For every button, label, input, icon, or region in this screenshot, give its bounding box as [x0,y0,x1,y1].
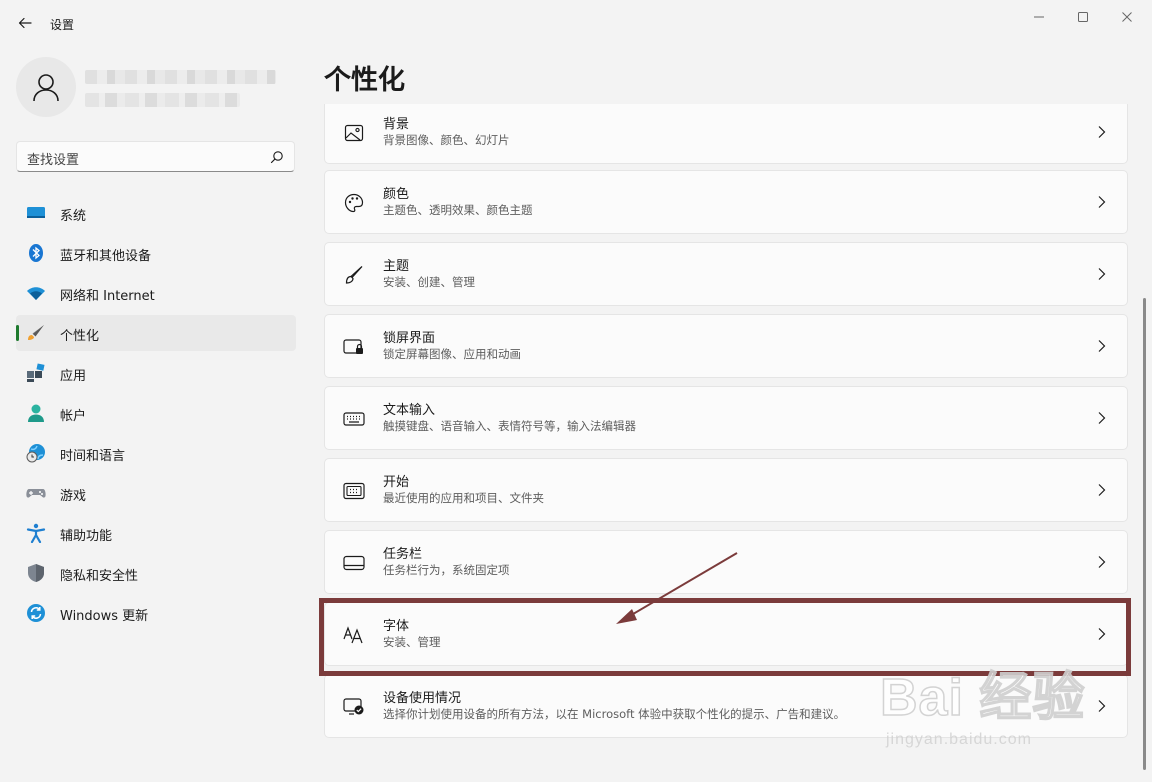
maximize-icon [1078,12,1088,22]
sidebar-item-bluetooth[interactable]: 蓝牙和其他设备 [16,235,296,271]
chevron-right-icon [1098,556,1106,568]
card-title: 开始 [383,475,410,490]
sidebar-item-network[interactable]: 网络和 Internet [16,275,296,311]
sidebar-item-accounts[interactable]: 帐户 [16,395,296,431]
sidebar-item-accessibility[interactable]: 辅助功能 [16,515,296,551]
apps-icon [26,363,46,383]
card-title: 锁屏界面 [383,331,436,346]
maximize-button[interactable] [1060,4,1106,30]
blurred-user-email [85,93,240,107]
shield-icon [26,563,46,583]
brush-icon [26,323,46,343]
sidebar-item-personalization[interactable]: 个性化 [16,315,296,351]
card-title: 主题 [383,259,410,274]
chevron-right-icon [1098,196,1106,208]
card-title: 设备使用情况 [383,691,462,706]
sidebar-item-system[interactable]: 系统 [16,195,296,231]
title-bar: 设置 [0,0,1152,48]
card-colors[interactable]: 颜色 主题色、透明效果、颜色主题 [324,170,1128,234]
card-themes[interactable]: 主题 安装、创建、管理 [324,242,1128,306]
chevron-right-icon [1098,412,1106,424]
sidebar-item-privacy[interactable]: 隐私和安全性 [16,555,296,591]
sidebar-item-label: 辅助功能 [60,529,113,544]
sidebar-item-label: 个性化 [60,329,100,344]
scrollbar[interactable] [1143,298,1146,770]
avatar[interactable] [16,57,76,117]
card-subtitle: 安装、创建、管理 [383,275,475,289]
user-icon [33,74,59,102]
back-arrow-icon [18,17,32,29]
card-subtitle: 触摸键盘、语音输入、表情符号等，输入法编辑器 [383,419,636,433]
brush-icon [343,264,365,286]
taskbar-icon [343,552,365,574]
search-input[interactable]: 查找设置 [16,141,295,172]
app-title: 设置 [50,18,75,32]
close-button[interactable] [1104,4,1150,30]
sidebar-item-label: 隐私和安全性 [60,569,139,584]
card-text-input[interactable]: 文本输入 触摸键盘、语音输入、表情符号等，输入法编辑器 [324,386,1128,450]
minimize-icon [1034,16,1044,18]
card-start[interactable]: 开始 最近使用的应用和项目、文件夹 [324,458,1128,522]
blurred-user-name [85,70,276,84]
wifi-icon [26,283,46,303]
watermark-logo: Bai 经验 jingyan.baidu.com [879,655,1120,765]
card-subtitle: 背景图像、颜色、幻灯片 [383,133,510,147]
back-button[interactable] [12,10,38,36]
sidebar-item-label: 系统 [60,209,87,224]
chevron-right-icon [1098,268,1106,280]
close-icon [1122,12,1132,22]
page-title: 个性化 [324,65,405,96]
card-lock-screen[interactable]: 锁屏界面 锁定屏幕图像、应用和动画 [324,314,1128,378]
device-usage-icon [343,696,365,718]
card-subtitle: 锁定屏幕图像、应用和动画 [383,347,521,361]
system-icon [26,203,46,223]
chevron-right-icon [1098,340,1106,352]
search-placeholder: 查找设置 [27,153,80,168]
minimize-button[interactable] [1016,4,1062,30]
card-title: 文本输入 [383,403,436,418]
sidebar-item-label: 游戏 [60,489,87,504]
sidebar-item-label: 网络和 Internet [60,289,155,304]
card-subtitle: 选择你计划使用设备的所有方法，以在 Microsoft 体验中获取个性化的提示、… [383,707,846,721]
card-title: 颜色 [383,187,410,202]
gamepad-icon [26,483,46,503]
card-title: 任务栏 [383,547,423,562]
bluetooth-icon [26,243,46,263]
chevron-right-icon [1098,126,1106,138]
start-icon [343,480,365,502]
card-taskbar[interactable]: 任务栏 任务栏行为，系统固定项 [324,530,1128,594]
sidebar-item-label: 时间和语言 [60,449,126,464]
card-subtitle: 主题色、透明效果、颜色主题 [383,203,533,217]
sidebar-item-label: 帐户 [60,409,87,424]
sidebar-item-label: 应用 [60,369,87,384]
globe-clock-icon [26,443,46,463]
active-indicator [16,325,19,341]
account-icon [26,403,46,423]
sidebar-item-apps[interactable]: 应用 [16,355,296,391]
update-icon [26,603,46,623]
sidebar-item-gaming[interactable]: 游戏 [16,475,296,511]
card-subtitle: 任务栏行为，系统固定项 [383,563,510,577]
watermark-url: jingyan.baidu.com [886,731,1032,748]
sidebar-item-time-language[interactable]: 时间和语言 [16,435,296,471]
palette-icon [343,192,365,214]
image-icon [343,122,365,144]
settings-window: 设置 查找设置 系统 蓝牙和其他设备 网络和 Internet 个性化 应用 帐… [0,0,1152,782]
sidebar-item-label: 蓝牙和其他设备 [60,249,152,264]
card-title: 背景 [383,117,410,132]
lock-screen-icon [343,336,365,358]
chevron-right-icon [1098,484,1106,496]
card-background[interactable]: 背景 背景图像、颜色、幻灯片 [324,104,1128,164]
sidebar-item-label: Windows 更新 [60,609,149,624]
accessibility-icon [26,523,46,543]
watermark-main: Bai 经验 [879,668,1086,728]
sidebar-item-windows-update[interactable]: Windows 更新 [16,595,296,631]
card-subtitle: 最近使用的应用和项目、文件夹 [383,491,544,505]
search-icon [270,151,283,164]
sidebar-nav: 系统 蓝牙和其他设备 网络和 Internet 个性化 应用 帐户 时间和语言 … [16,195,296,635]
keyboard-icon [343,408,365,430]
